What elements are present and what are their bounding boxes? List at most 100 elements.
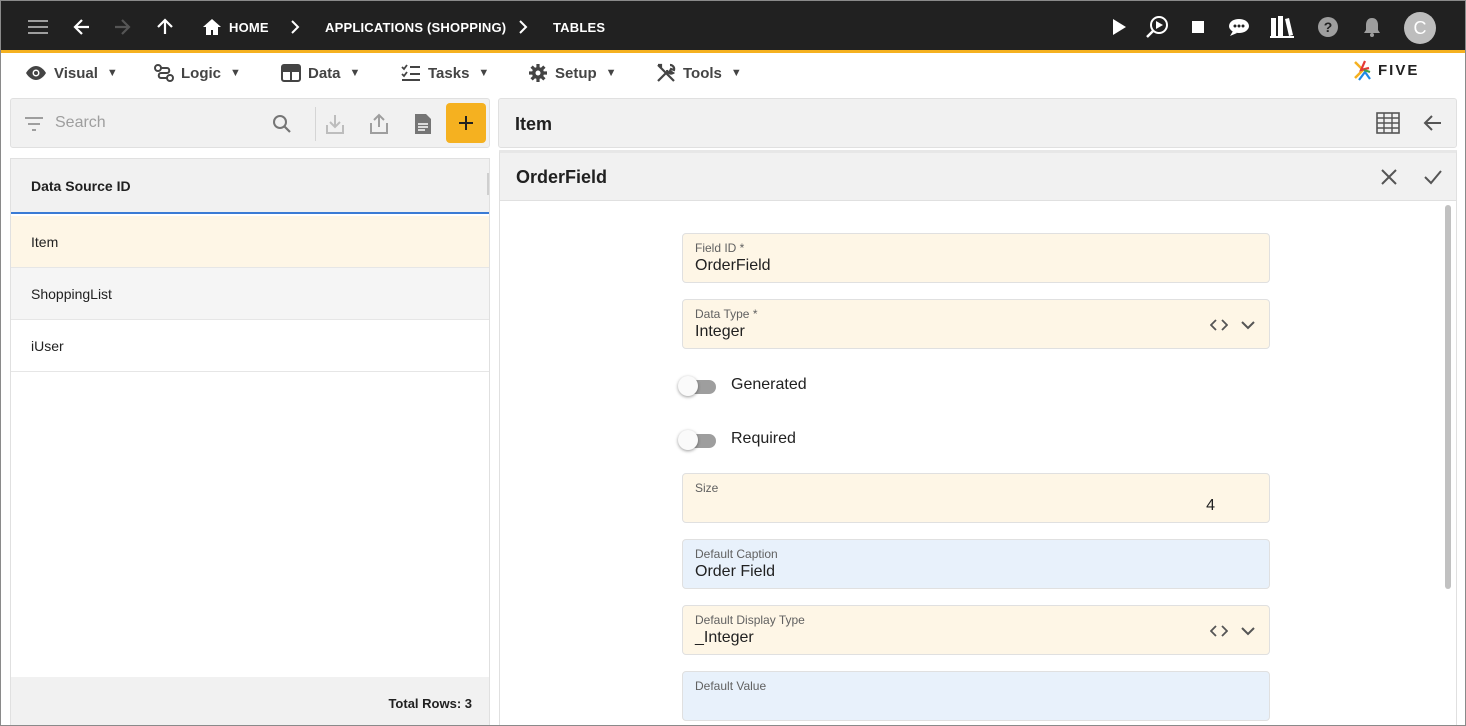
list-item[interactable]: ShoppingList <box>11 268 489 320</box>
field-id-field[interactable]: Field ID * OrderField <box>682 233 1270 283</box>
generated-toggle[interactable]: Generated <box>678 374 820 398</box>
menu-icon[interactable] <box>25 14 51 40</box>
help-icon[interactable]: ? <box>1315 14 1341 40</box>
data-type-label: Data Type * <box>695 307 758 321</box>
back-arrow-icon[interactable] <box>1421 111 1445 135</box>
default-caption-label: Default Caption <box>695 547 778 561</box>
table-icon <box>281 64 301 82</box>
list-item-label: Item <box>31 234 59 250</box>
code-icon[interactable] <box>1209 623 1229 639</box>
list-item-label: ShoppingList <box>31 286 112 302</box>
data-source-list: Data Source ID Item ShoppingList iUser T… <box>10 158 490 725</box>
breadcrumb-applications[interactable]: APPLICATIONS (SHOPPING) <box>325 20 506 35</box>
avatar[interactable]: C <box>1404 12 1436 44</box>
notifications-icon[interactable] <box>1359 14 1385 40</box>
code-icon[interactable] <box>1209 317 1229 333</box>
home-icon[interactable] <box>199 14 225 40</box>
chevron-right-icon <box>510 14 536 40</box>
caret-down-icon: ▼ <box>106 67 118 79</box>
menu-tasks-label: Tasks <box>428 64 470 82</box>
size-field[interactable]: Size 4 <box>682 473 1270 523</box>
size-value: 4 <box>1206 497 1215 514</box>
breadcrumb-home[interactable]: HOME <box>229 20 269 35</box>
caret-down-icon: ▼ <box>230 67 241 79</box>
play-icon[interactable] <box>1106 14 1132 40</box>
library-icon[interactable] <box>1269 14 1295 40</box>
toggle-thumb <box>678 430 698 450</box>
list-footer: Total Rows: 3 <box>11 677 489 725</box>
search-input[interactable] <box>55 111 255 135</box>
back-arrow-icon[interactable] <box>69 14 95 40</box>
field-id-label: Field ID * <box>695 241 745 255</box>
default-value-field[interactable]: Default Value <box>682 671 1270 721</box>
svg-text:FIVE: FIVE <box>1378 62 1419 79</box>
menu-bar: Visual ▼ Logic ▼ Data ▼ Tasks ▼ Setup ▼ … <box>1 56 1465 90</box>
required-toggle[interactable]: Required <box>678 428 820 452</box>
menu-logic[interactable]: Logic ▼ <box>154 63 241 83</box>
logic-icon <box>154 64 174 82</box>
field-id-value: OrderField <box>695 257 771 274</box>
column-header-label: Data Source ID <box>31 178 131 194</box>
list-item-label: iUser <box>31 338 64 354</box>
gear-icon <box>529 64 547 82</box>
form-title: OrderField <box>516 167 608 187</box>
record-title: Item <box>515 114 553 134</box>
chat-icon[interactable] <box>1226 14 1252 40</box>
grid-view-icon[interactable] <box>1376 111 1400 135</box>
menu-data[interactable]: Data ▼ <box>281 63 360 83</box>
plus-icon <box>459 116 473 130</box>
field-form: OrderField Field ID * OrderField Data Ty… <box>499 150 1457 725</box>
app-bar: HOME APPLICATIONS (SHOPPING) TABLES ? C <box>1 1 1465 53</box>
scrollbar[interactable] <box>1445 205 1451 589</box>
required-label: Required <box>731 430 796 447</box>
chevron-right-icon <box>282 14 308 40</box>
document-icon[interactable] <box>410 111 436 137</box>
check-icon[interactable] <box>1421 165 1445 189</box>
eye-icon <box>26 66 46 80</box>
menu-tools[interactable]: Tools ▼ <box>656 63 742 83</box>
five-logo: FIVE <box>1351 58 1441 84</box>
column-header[interactable]: Data Source ID <box>11 159 489 214</box>
default-display-type-label: Default Display Type <box>695 613 805 627</box>
record-header: Item <box>498 98 1457 148</box>
menu-visual[interactable]: Visual ▼ <box>25 63 118 83</box>
app-window: HOME APPLICATIONS (SHOPPING) TABLES ? C … <box>0 0 1466 726</box>
chevron-down-icon[interactable] <box>1239 316 1257 334</box>
list-item[interactable]: iUser <box>11 320 489 372</box>
up-arrow-icon[interactable] <box>152 14 178 40</box>
run-debug-icon[interactable] <box>1145 14 1171 40</box>
search-icon[interactable] <box>269 111 295 137</box>
close-icon[interactable] <box>1377 165 1401 189</box>
data-type-select[interactable]: Data Type * Integer <box>682 299 1270 349</box>
default-caption-field[interactable]: Default Caption Order Field <box>682 539 1270 589</box>
default-display-type-select[interactable]: Default Display Type _Integer <box>682 605 1270 655</box>
breadcrumb-tables[interactable]: TABLES <box>553 20 605 35</box>
menu-logic-label: Logic <box>181 64 221 82</box>
chevron-down-icon[interactable] <box>1239 622 1257 640</box>
filter-icon[interactable] <box>21 111 47 137</box>
default-caption-value: Order Field <box>695 563 776 580</box>
add-button[interactable] <box>446 103 486 143</box>
caret-down-icon: ▼ <box>605 67 617 79</box>
default-display-type-value: _Integer <box>695 629 754 646</box>
checklist-icon <box>401 64 420 81</box>
total-rows: Total Rows: 3 <box>388 696 472 711</box>
tools-icon <box>657 63 676 82</box>
caret-down-icon: ▼ <box>730 67 742 79</box>
column-resize-handle[interactable] <box>487 173 489 195</box>
import-icon[interactable] <box>322 111 348 137</box>
stop-icon[interactable] <box>1185 14 1211 40</box>
form-header: OrderField <box>500 153 1456 201</box>
menu-setup-label: Setup <box>555 64 597 82</box>
export-icon[interactable] <box>366 111 392 137</box>
default-value-label: Default Value <box>695 679 767 693</box>
menu-setup[interactable]: Setup ▼ <box>528 63 617 83</box>
forward-arrow-icon[interactable] <box>109 14 135 40</box>
list-item[interactable]: Item <box>11 216 489 268</box>
menu-tasks[interactable]: Tasks ▼ <box>401 63 489 83</box>
menu-tools-label: Tools <box>683 64 722 82</box>
toggle-thumb <box>678 376 698 396</box>
svg-text:?: ? <box>1324 19 1333 35</box>
list-toolbar <box>10 98 490 148</box>
menu-visual-label: Visual <box>54 64 98 82</box>
